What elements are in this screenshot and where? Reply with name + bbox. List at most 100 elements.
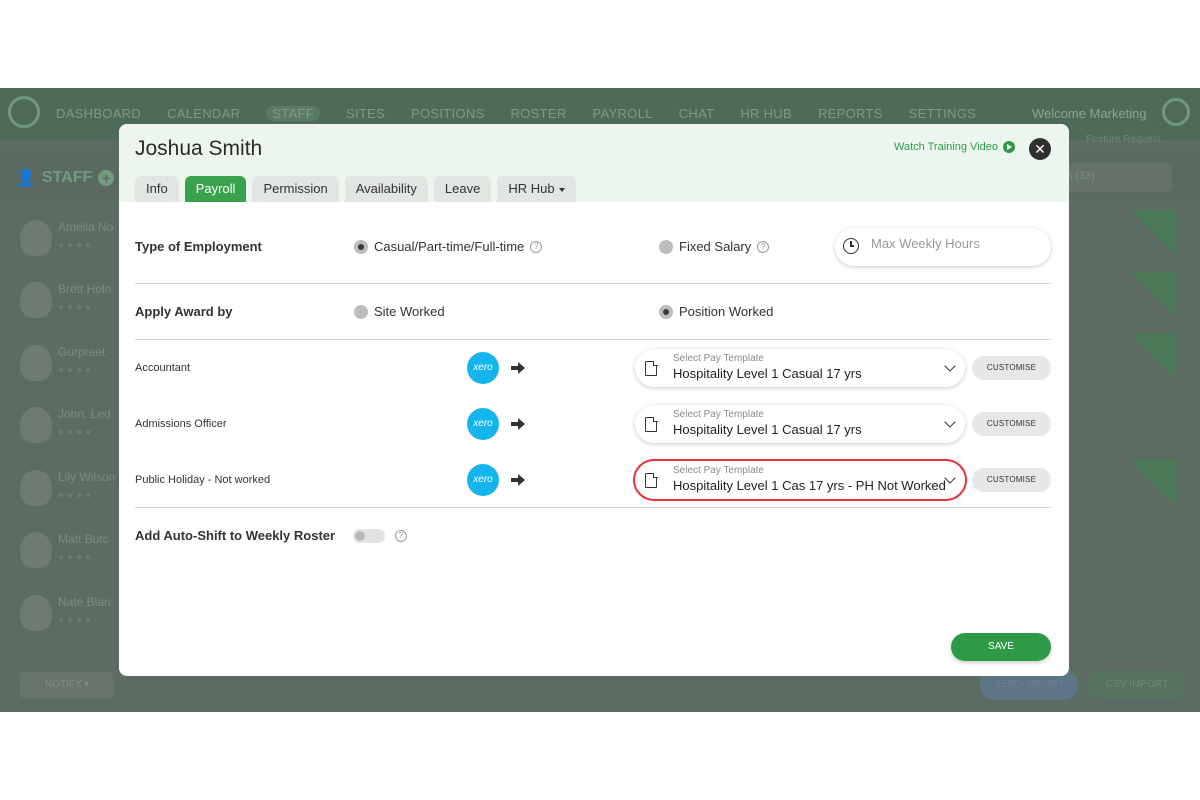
pay-template-select[interactable]: Select Pay Template Hospitality Level 1 … (635, 461, 965, 499)
radio-dot (659, 239, 673, 254)
radio-position-label: Position Worked (679, 304, 774, 319)
position-name: Public Holiday - Not worked (135, 474, 271, 486)
status-icons: ●●●● (58, 615, 95, 626)
select-value: Hospitality Level 1 Casual 17 yrs (673, 422, 862, 437)
play-icon (1002, 141, 1015, 153)
staff-list-item: Matt Butc ●●●● (20, 528, 130, 576)
document-icon (645, 472, 658, 488)
avatar (20, 345, 52, 381)
staff-name: John. Led (58, 407, 111, 421)
avatar (20, 407, 52, 443)
staff-count: n (33) (1060, 162, 1172, 192)
staff-payroll-modal: Joshua Smith Watch Training Video ✕ Info… (119, 124, 1069, 676)
tab-availability[interactable]: Availability (344, 176, 428, 202)
radio-site-worked[interactable]: Site Worked (354, 304, 445, 319)
chevron-down-icon (944, 360, 956, 372)
status-icons: ●●●● (58, 490, 95, 501)
welcome-text: Welcome Marketing (1032, 106, 1147, 121)
person-icon: 👤 (16, 170, 36, 187)
customise-button[interactable]: CUSTOMISE (972, 412, 1051, 436)
staff-title: 👤 STAFF + (16, 168, 115, 188)
training-video-label: Watch Training Video (894, 141, 998, 153)
document-icon (645, 360, 658, 376)
arrow-right-icon (511, 474, 525, 486)
staff-name: Lily Wilson (58, 470, 116, 484)
save-button[interactable]: SAVE (951, 633, 1051, 661)
nav-chat: CHAT (678, 106, 715, 121)
help-icon[interactable]: ? (395, 530, 407, 542)
position-name: Accountant (135, 362, 191, 374)
tab-hr-hub-label: HR Hub (508, 181, 555, 196)
nav-calendar: CALENDAR (167, 106, 241, 121)
staff-title-text: STAFF (41, 169, 93, 186)
radio-dot-selected (354, 239, 368, 254)
staff-list-item: Gurpreet ●●●● (20, 341, 130, 389)
radio-position-worked[interactable]: Position Worked (659, 304, 773, 319)
pay-template-select[interactable]: Select Pay Template Hospitality Level 1 … (635, 349, 965, 387)
user-avatar-icon (1162, 98, 1190, 126)
staff-list-item: John. Led ●●●● (20, 403, 130, 451)
radio-casual[interactable]: Casual/Part-time/Full-time ? (354, 239, 543, 254)
avatar (20, 282, 52, 318)
app-logo-icon (8, 96, 40, 128)
customise-button[interactable]: CUSTOMISE (972, 468, 1051, 492)
customise-button[interactable]: CUSTOMISE (972, 356, 1051, 380)
radio-fixed-salary[interactable]: Fixed Salary ? (659, 239, 770, 254)
arrow-right-icon (511, 362, 525, 374)
help-icon[interactable]: ? (530, 240, 543, 253)
radio-dot (354, 304, 368, 319)
status-icons: ●●●● (58, 427, 95, 438)
tab-info[interactable]: Info (135, 176, 179, 202)
nav-dashboard: DASHBOARD (56, 106, 142, 121)
status-icons: ●●●● (58, 552, 95, 563)
employment-type-label: Type of Employment (135, 239, 262, 254)
avatar (20, 470, 52, 506)
staff-name: Matt Butc (58, 532, 109, 546)
tab-permission[interactable]: Permission (252, 176, 339, 202)
help-icon[interactable]: ? (757, 240, 770, 253)
staff-name: Gurpreet (58, 345, 106, 359)
divider (135, 339, 1051, 340)
tab-leave[interactable]: Leave (433, 176, 492, 202)
auto-shift-toggle[interactable] (353, 529, 385, 543)
avatar (20, 220, 52, 256)
add-staff-icon: + (98, 170, 115, 186)
nav-staff: STAFF (266, 106, 320, 121)
avatar (20, 595, 52, 631)
xero-logo-icon: xero (467, 464, 499, 496)
max-weekly-hours-field[interactable] (835, 228, 1051, 266)
clock-icon (843, 238, 859, 254)
tab-payroll[interactable]: Payroll (184, 176, 247, 202)
status-icons: ●●●● (58, 302, 95, 313)
notify-button: NOTIFY ▾ (20, 672, 114, 698)
close-button[interactable]: ✕ (1029, 138, 1051, 160)
pay-template-select[interactable]: Select Pay Template Hospitality Level 1 … (635, 405, 965, 443)
tab-hr-hub[interactable]: HR Hub (497, 176, 576, 202)
nav-settings: SETTINGS (908, 106, 977, 121)
radio-fixed-label: Fixed Salary (679, 239, 752, 254)
nav-roster: ROSTER (510, 106, 567, 121)
select-placeholder: Select Pay Template (673, 409, 764, 420)
staff-list-item: Lily Wilson ●●●● (20, 466, 130, 514)
status-ribbon (1130, 272, 1176, 318)
staff-list-item: Brett Holn ●●●● (20, 278, 130, 326)
status-ribbon (1130, 334, 1176, 380)
nav-payroll: PAYROLL (592, 106, 653, 121)
watch-training-video-link[interactable]: Watch Training Video (894, 141, 1015, 153)
max-weekly-hours-input[interactable] (871, 236, 1041, 251)
status-icons: ●●●● (58, 240, 95, 251)
apply-award-label: Apply Award by (135, 304, 233, 319)
csv-import-button: CSV IMPORT (1088, 670, 1186, 700)
nav-sites: SITES (345, 106, 386, 121)
staff-name: Amelia No (58, 220, 114, 234)
nav-reports: REPORTS (817, 106, 883, 121)
select-placeholder: Select Pay Template (673, 465, 764, 476)
staff-list-item: Amelia No ●●●● (20, 216, 130, 264)
staff-list-item: Nate Blan ●●●● (20, 591, 130, 639)
select-placeholder: Select Pay Template (673, 353, 764, 364)
divider (135, 507, 1051, 508)
nav-positions: POSITIONS (411, 106, 485, 121)
chevron-down-icon (944, 472, 956, 484)
xero-logo-icon: xero (467, 352, 499, 384)
avatar (20, 532, 52, 568)
